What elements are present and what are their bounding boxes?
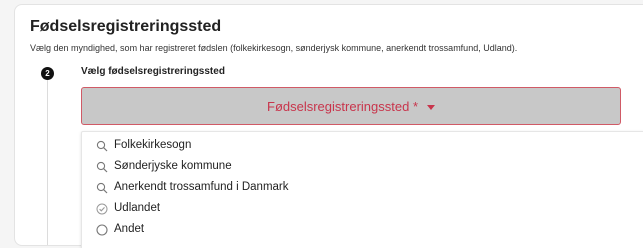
option-andet[interactable]: Andet [82, 220, 643, 240]
section-subtitle: Vælg den myndighed, som har registreret … [30, 43, 518, 53]
step-connector-line [47, 79, 48, 245]
step-number-badge: 2 [41, 67, 54, 80]
option-folkekirkesogn[interactable]: Folkekirkesogn [82, 136, 643, 156]
option-label: Sønderjyske kommune [114, 160, 232, 172]
select-placeholder: Fødselsregistreringssted * [267, 98, 418, 114]
step-label: Vælg fødselsregistreringssted [81, 66, 225, 77]
option-label: Andet [114, 223, 145, 235]
option-label: Udlandet [114, 202, 161, 214]
option-soenderjyske-kommune[interactable]: Sønderjyske kommune [82, 157, 643, 177]
birth-registration-card: Fødselsregistreringssted Vælg den myndig… [14, 4, 643, 248]
section-title: Fødselsregistreringssted [30, 18, 222, 35]
options-dropdown-list: Folkekirkesogn Sønderjyske kommune Anerk… [81, 131, 643, 248]
option-label: Anerkendt trossamfund i Danmark [114, 181, 289, 193]
radio-circle-icon [96, 224, 108, 236]
search-icon [96, 161, 108, 173]
option-udlandet[interactable]: Udlandet [82, 199, 643, 219]
option-label: Folkekirkesogn [114, 139, 192, 151]
search-icon [96, 140, 108, 152]
option-anerkendt-trossamfund[interactable]: Anerkendt trossamfund i Danmark [82, 178, 643, 198]
search-icon [96, 182, 108, 194]
registration-place-select[interactable]: Fødselsregistreringssted * [81, 87, 621, 125]
check-circle-icon [96, 203, 108, 215]
caret-down-icon [427, 104, 435, 110]
